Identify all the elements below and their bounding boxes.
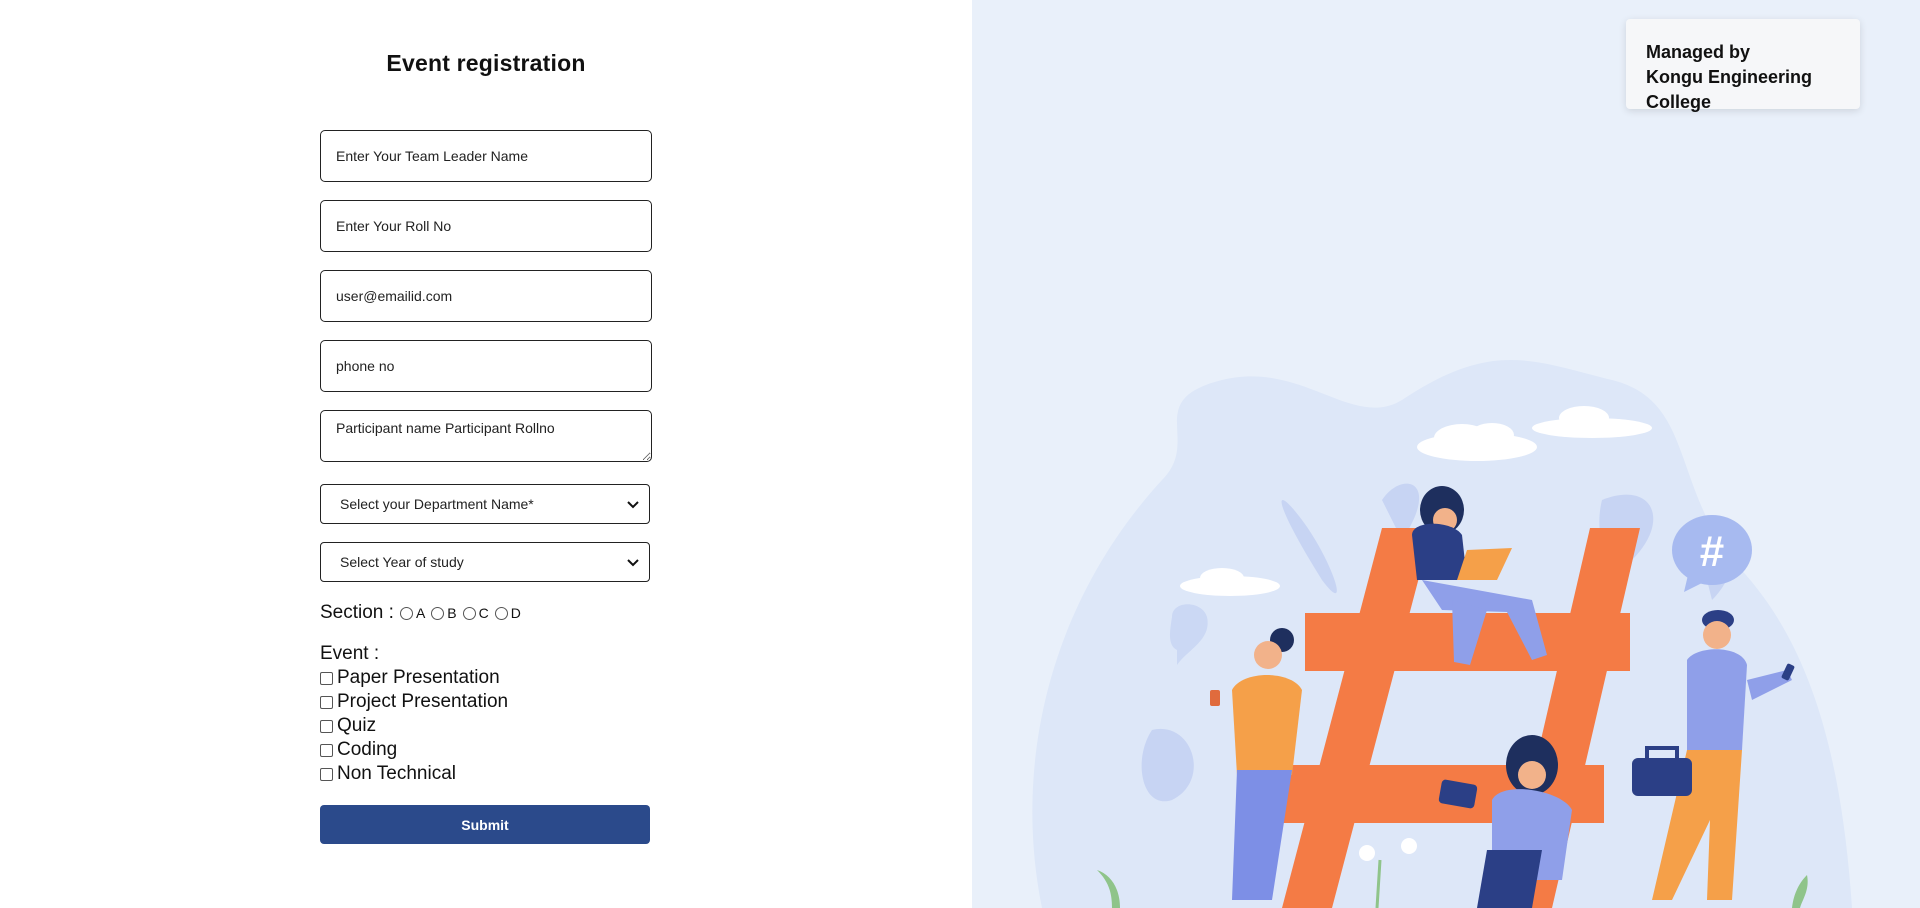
- radio-button[interactable]: [431, 606, 445, 620]
- chevron-down-icon: [627, 559, 639, 567]
- chevron-down-icon: [627, 501, 639, 509]
- radio-button[interactable]: [494, 606, 508, 620]
- phone-input[interactable]: [320, 340, 652, 392]
- section-option-c[interactable]: C: [462, 605, 489, 621]
- section-option-d[interactable]: D: [494, 605, 521, 621]
- checkbox[interactable]: [320, 743, 333, 757]
- event-non-technical[interactable]: Non Technical: [320, 763, 456, 785]
- team-leader-name-input[interactable]: [320, 130, 652, 182]
- section-group: Section : A B C D: [320, 602, 521, 624]
- illustration-panel: # Managed by Kongu Engineering College: [972, 0, 1920, 908]
- hashtag-people-illustration: #: [1032, 360, 1852, 908]
- managed-by-label: Managed by: [1646, 42, 1751, 62]
- email-input[interactable]: [320, 270, 652, 322]
- section-option-a[interactable]: A: [399, 605, 425, 621]
- event-quiz[interactable]: Quiz: [320, 715, 376, 737]
- section-label: Section :: [320, 602, 394, 623]
- year-select[interactable]: Select Year of study: [320, 542, 650, 582]
- registration-panel: Event registration Select your Departmen…: [0, 0, 972, 908]
- radio-button[interactable]: [399, 606, 413, 620]
- department-select[interactable]: Select your Department Name*: [320, 484, 650, 524]
- college-name: Kongu Engineering College: [1646, 67, 1812, 112]
- participants-textarea[interactable]: [320, 410, 652, 462]
- checkbox[interactable]: [320, 767, 333, 781]
- event-label: Event :: [320, 643, 380, 664]
- event-project-presentation[interactable]: Project Presentation: [320, 691, 508, 713]
- managed-by-card: Managed by Kongu Engineering College: [1626, 19, 1860, 112]
- year-select-label: Select Year of study: [340, 554, 464, 570]
- speech-bubble-hash-text: #: [1700, 527, 1724, 576]
- checkbox[interactable]: [320, 671, 333, 685]
- submit-button[interactable]: Submit: [320, 805, 650, 844]
- checkbox[interactable]: [320, 719, 333, 733]
- checkbox[interactable]: [320, 695, 333, 709]
- department-select-label: Select your Department Name*: [340, 496, 534, 512]
- roll-no-input[interactable]: [320, 200, 652, 252]
- page-title: Event registration: [386, 50, 586, 76]
- section-option-b[interactable]: B: [431, 605, 457, 621]
- radio-button[interactable]: [462, 606, 476, 620]
- event-paper-presentation[interactable]: Paper Presentation: [320, 667, 500, 689]
- event-coding[interactable]: Coding: [320, 739, 397, 761]
